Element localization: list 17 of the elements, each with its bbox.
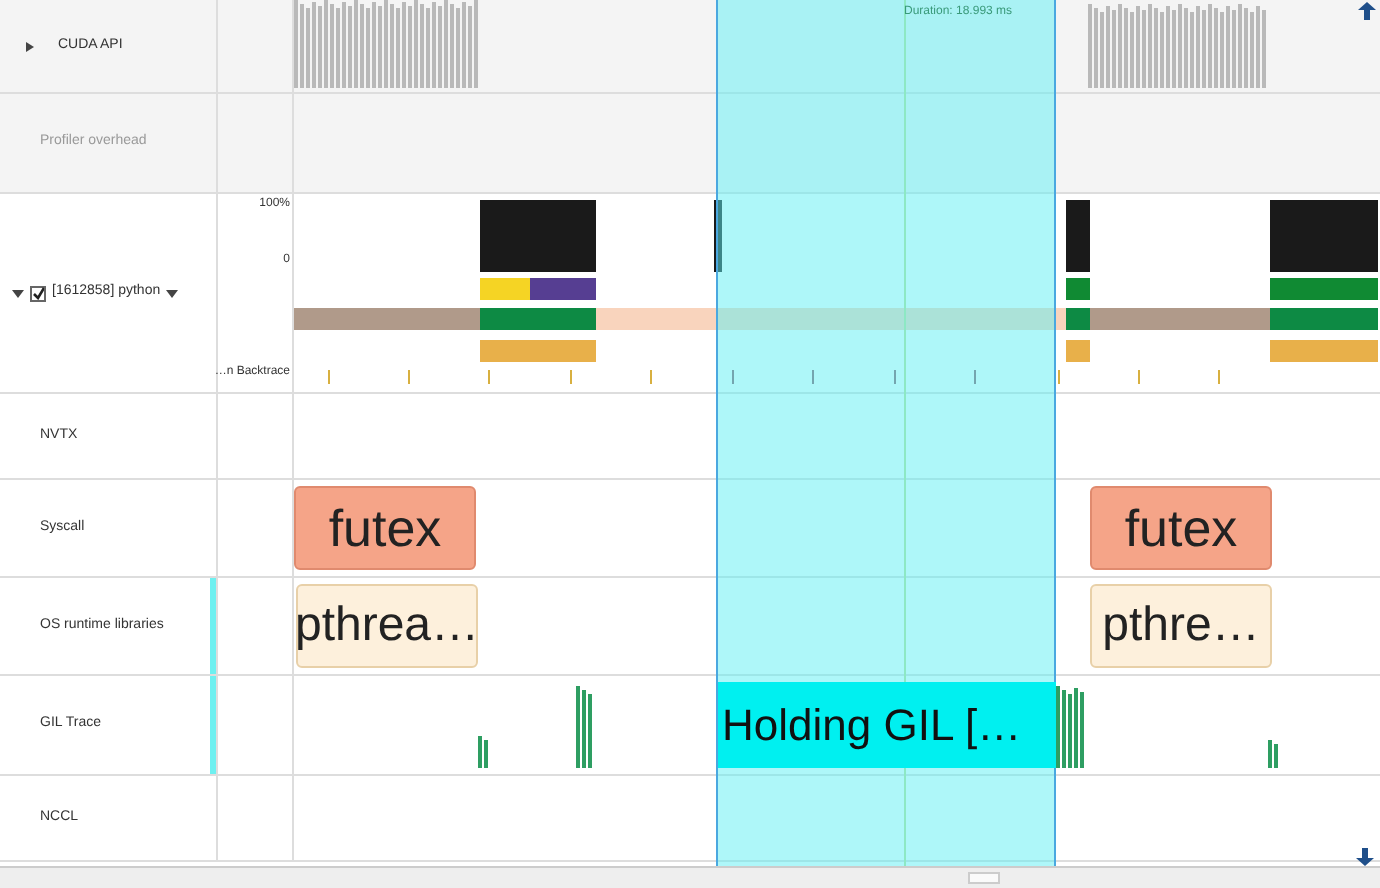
down-arrow-icon[interactable] [1356,848,1374,866]
event-block[interactable]: pthrea… [296,584,478,668]
checkbox[interactable] [30,285,46,301]
horizontal-scrollbar[interactable] [0,866,1380,888]
event-block[interactable]: Holding GIL [… [718,682,1056,768]
activity-graph [478,736,490,768]
expand-caret-icon[interactable] [24,41,34,51]
activity-graph [1056,686,1086,768]
up-arrow-icon[interactable] [1358,2,1376,20]
event-block[interactable]: pthre… [1090,584,1272,668]
scrollbar-thumb[interactable] [968,872,1000,884]
event-block[interactable]: futex [294,486,476,570]
activity-graph [1268,740,1280,768]
activity-graph [576,686,594,768]
dropdown-caret-icon[interactable] [166,287,179,299]
expand-caret-icon[interactable] [12,287,24,299]
event-block[interactable]: futex [1090,486,1272,570]
